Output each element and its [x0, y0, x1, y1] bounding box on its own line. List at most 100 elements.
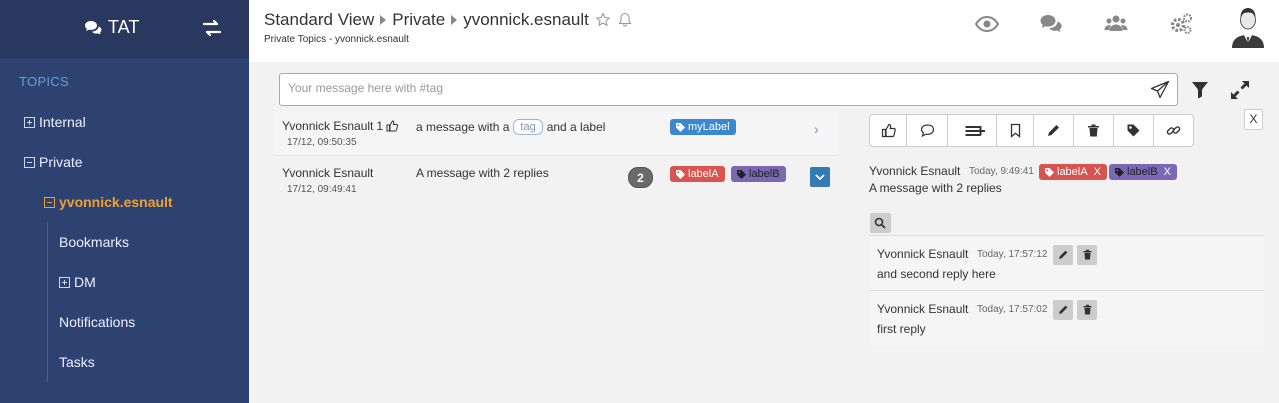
plus-icon: +	[975, 120, 986, 141]
remove-label-button[interactable]: X	[1094, 164, 1101, 180]
sidebar-item-private[interactable]: Private	[24, 154, 83, 170]
users-icon[interactable]	[1104, 13, 1128, 35]
send-icon[interactable]	[1150, 80, 1170, 100]
page-subtitle: Private Topics - yvonnick.esnault	[264, 34, 409, 45]
message-input[interactable]	[288, 81, 1128, 95]
close-detail-button[interactable]: X	[1244, 109, 1263, 130]
label-button[interactable]	[1113, 114, 1154, 147]
add-task-button[interactable]: +	[947, 114, 997, 147]
message-text: a message with a tag and a label	[416, 119, 605, 135]
sidebar-item-dm[interactable]: DM	[59, 274, 96, 290]
label-text: labelA	[688, 168, 719, 180]
collapse-minus-icon	[24, 156, 35, 168]
label-badge[interactable]: labelB	[731, 166, 786, 182]
sidebar-item-label: Internal	[39, 114, 86, 130]
reply-item: Yvonnick Esnault Today, 17:57:12 and sec…	[869, 235, 1264, 290]
list-item[interactable]: Yvonnick Esnault 1 17/12, 09:50:35 a mes…	[274, 111, 838, 156]
comment-icon	[920, 124, 934, 138]
detail-time: Today, 9:49:41	[969, 166, 1034, 177]
bookmark-button[interactable]	[996, 114, 1034, 147]
message-text-part: a message with a	[416, 120, 510, 134]
sidebar-item-label: Tasks	[59, 354, 95, 370]
chevron-right-icon[interactable]: ›	[814, 121, 819, 137]
sidebar-item-label: Private	[39, 154, 83, 170]
edit-button[interactable]	[1033, 114, 1074, 147]
reply-time: Today, 17:57:02	[977, 304, 1048, 315]
sidebar-item-label: DM	[74, 274, 96, 290]
swap-icon[interactable]	[201, 18, 223, 38]
filter-icon[interactable]	[1190, 80, 1210, 100]
bell-icon[interactable]	[617, 12, 633, 28]
like-count: 1	[376, 119, 384, 133]
pencil-icon	[1058, 250, 1067, 259]
sidebar-item-yvonnick-esnault[interactable]: yvonnick.esnault	[44, 194, 173, 210]
sidebar-item-notifications[interactable]: Notifications	[59, 314, 135, 330]
crumb-private[interactable]: Private	[392, 10, 445, 30]
link-icon	[1166, 126, 1181, 135]
bookmark-icon	[1010, 123, 1020, 138]
comments-icon[interactable]	[1039, 13, 1063, 35]
reply-button[interactable]	[906, 114, 948, 147]
crumb-standard-view[interactable]: Standard View	[264, 10, 374, 30]
message-author: Yvonnick Esnault	[282, 166, 373, 180]
detail-label-badge[interactable]: labelA X	[1039, 164, 1107, 180]
header: Standard View Private yvonnick.esnault P…	[249, 0, 1279, 62]
pencil-icon	[1058, 305, 1067, 314]
expand-icon[interactable]	[1229, 79, 1251, 101]
eye-icon[interactable]	[975, 13, 999, 35]
reply-text: and second reply here	[877, 267, 996, 281]
like-button[interactable]	[869, 114, 907, 147]
tree-line	[47, 222, 48, 382]
thumbs-up-icon[interactable]	[386, 120, 399, 132]
avatar[interactable]	[1228, 4, 1268, 48]
brand-link[interactable]: TAT	[84, 17, 139, 38]
tag-icon	[1115, 167, 1124, 177]
star-icon[interactable]	[595, 12, 611, 28]
delete-reply-button[interactable]	[1077, 300, 1097, 320]
sidebar-item-label: Bookmarks	[59, 234, 130, 250]
comments-brand-icon	[85, 20, 102, 35]
reply-item: Yvonnick Esnault Today, 17:57:02 first r…	[869, 290, 1264, 345]
sidebar-item-bookmarks[interactable]: Bookmarks	[59, 234, 129, 250]
tag-icon	[1045, 167, 1054, 177]
expand-replies-button[interactable]	[810, 167, 830, 187]
sidebar-item-internal[interactable]: Internal	[24, 114, 86, 130]
expand-plus-icon	[59, 276, 70, 288]
label-text: labelA	[1057, 166, 1088, 178]
brand-title: TAT	[108, 17, 140, 37]
delete-button[interactable]	[1073, 114, 1114, 147]
message-tag[interactable]: tag	[513, 119, 543, 135]
label-text: labelB	[1127, 166, 1158, 178]
remove-label-button[interactable]: X	[1164, 164, 1171, 180]
sidebar-header: TAT	[0, 0, 249, 58]
edit-reply-button[interactable]	[1053, 245, 1073, 265]
search-replies-button[interactable]	[870, 213, 891, 233]
tag-icon	[1127, 124, 1140, 137]
cogs-icon[interactable]	[1169, 13, 1193, 35]
message-date: 17/12, 09:50:35	[287, 137, 357, 148]
author-name: Yvonnick Esnault	[282, 166, 374, 180]
caret-right-icon	[380, 15, 387, 25]
crumb-topic[interactable]: yvonnick.esnault	[463, 10, 589, 30]
reply-author: Yvonnick Esnault	[877, 247, 969, 261]
edit-reply-button[interactable]	[1053, 300, 1073, 320]
message-compose	[279, 73, 1178, 106]
tag-icon	[737, 169, 746, 179]
search-icon	[874, 217, 886, 229]
trash-icon	[1083, 304, 1091, 315]
detail-label-badge[interactable]: labelB X	[1109, 164, 1177, 180]
tag-icon	[676, 169, 685, 179]
label-badge[interactable]: labelA	[670, 166, 725, 182]
sidebar-item-tasks[interactable]: Tasks	[59, 354, 95, 370]
list-item[interactable]: Yvonnick Esnault 17/12, 09:49:41 A messa…	[274, 158, 838, 203]
chevron-down-icon	[815, 174, 825, 181]
sidebar: TAT TOPICS Internal Private yvonnick.esn…	[0, 0, 249, 403]
reply-count-badge[interactable]: 2	[628, 167, 653, 188]
reply-author: Yvonnick Esnault	[877, 302, 969, 316]
delete-reply-button[interactable]	[1077, 245, 1097, 265]
tag-icon	[676, 122, 685, 132]
link-button[interactable]	[1153, 114, 1194, 147]
message-text-part: and a label	[546, 120, 606, 134]
label-badge[interactable]: myLabel	[670, 119, 736, 135]
collapse-minus-icon	[44, 196, 55, 208]
